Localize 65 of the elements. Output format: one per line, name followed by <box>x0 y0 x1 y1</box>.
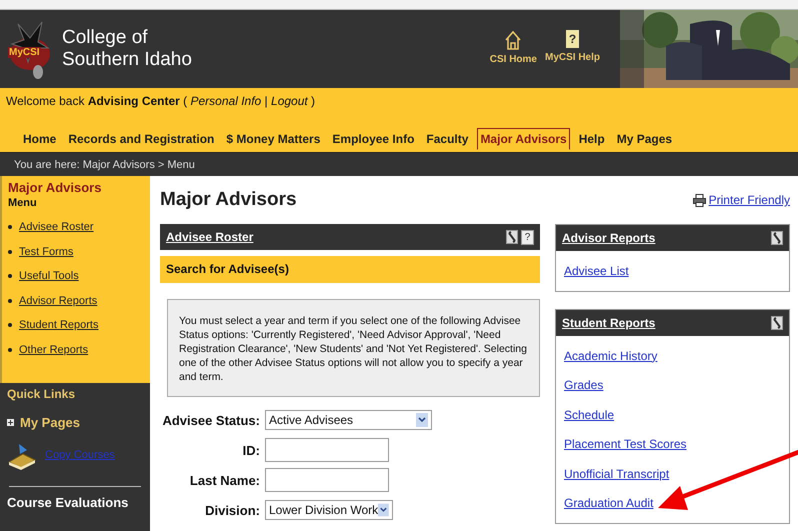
nav-tab[interactable]: Faculty <box>423 128 472 150</box>
nav-tab[interactable]: $ Money Matters <box>223 128 324 150</box>
welcome-text: Welcome back Advising Center ( Personal Info | Logout ) <box>6 93 316 108</box>
bullet-icon <box>8 348 12 352</box>
field-label: Advisee Status: <box>161 412 260 428</box>
panel-title-link[interactable]: Advisee Roster <box>166 230 254 244</box>
sidebar-link[interactable]: Advisor Reports <box>19 294 98 307</box>
logo-text: MyCSI <box>8 47 41 58</box>
printer-friendly-link[interactable]: Printer Friendly <box>708 193 790 207</box>
input-field[interactable] <box>265 438 389 462</box>
menu-label: Menu <box>8 197 38 209</box>
section-title: My Pages <box>20 415 80 430</box>
breadcrumb: You are here: Major Advisors > Menu <box>0 152 798 176</box>
chevron-icon <box>416 413 428 427</box>
report-link[interactable]: Grades <box>564 371 781 400</box>
report-link[interactable]: Unofficial Transcript <box>564 460 781 489</box>
bullet-icon <box>8 225 12 230</box>
site-title: Southern Idaho <box>62 49 192 71</box>
section-title: Quick Links <box>7 387 76 401</box>
sidebar-link[interactable]: Other Reports <box>19 344 88 356</box>
sidebar-title: Major Advisors <box>8 180 102 195</box>
bullet-icon <box>8 323 12 328</box>
wrench-icon <box>771 231 783 245</box>
bullet-icon <box>8 298 12 303</box>
report-link[interactable]: Advisee List <box>564 257 781 286</box>
printer-icon <box>692 194 706 206</box>
section-header: Search for Advisee(s) <box>160 256 540 283</box>
help-icon[interactable]: ? <box>521 230 534 244</box>
nav-tab[interactable]: My Pages <box>614 128 676 150</box>
nav-tab[interactable]: Employee Info <box>329 128 418 150</box>
nav-tab[interactable]: Home <box>20 128 60 150</box>
sidebar-link[interactable]: Useful Tools <box>19 270 79 282</box>
header-link[interactable]: MyCSI Help <box>544 52 600 63</box>
input-field[interactable] <box>265 468 389 492</box>
report-link[interactable]: Graduation Audit <box>564 489 781 518</box>
field-label: Last Name: <box>188 472 260 488</box>
sidebar-link[interactable]: Test Forms <box>19 246 74 258</box>
nav-tab[interactable]: Help <box>576 128 608 150</box>
help-icon[interactable]: ? <box>566 30 579 48</box>
report-link[interactable]: Academic History <box>564 342 781 371</box>
panel-title-link[interactable]: Student Reports <box>562 316 656 330</box>
panel-title-link[interactable]: Advisor Reports <box>562 231 656 245</box>
site-title: College of <box>62 27 149 49</box>
wrench-icon <box>771 316 783 330</box>
bullet-icon <box>8 250 12 254</box>
section-title: Course Evaluations <box>7 495 130 510</box>
page-title: Major Advisors <box>160 189 297 211</box>
chevron-icon <box>378 503 389 517</box>
dropdown[interactable]: Active Advisees <box>265 410 432 430</box>
field-label: Division: <box>204 502 260 518</box>
notice-text: You must select a year and term if you select one of the following Advisee Status options: 'Currently Registered', 'Need Advisor Approval', 'Need Registration Clearance', 'New Students' and 'Not Yet Registered'. Selecting one of the other Advisee Status options will not allow you to specify a year and term. <box>167 299 540 397</box>
wrench-icon <box>506 230 518 244</box>
house-icon <box>504 30 522 50</box>
plus-icon <box>7 419 14 426</box>
field-label: ID: <box>242 442 260 458</box>
bullet-icon <box>8 274 12 278</box>
header-link[interactable]: CSI Home <box>490 54 537 65</box>
nav-tab[interactable]: Major Advisors <box>477 128 570 150</box>
nav-tab[interactable]: Records and Registration <box>65 128 218 150</box>
dropdown[interactable]: Lower Division Work <box>265 500 393 520</box>
expand-icon[interactable] <box>7 419 14 426</box>
report-link[interactable]: Schedule <box>564 400 781 430</box>
sidebar-link[interactable]: Student Reports <box>19 319 98 332</box>
report-link[interactable]: Placement Test Scores <box>564 430 781 460</box>
sidebar-link[interactable]: Advisee Roster <box>19 221 94 234</box>
